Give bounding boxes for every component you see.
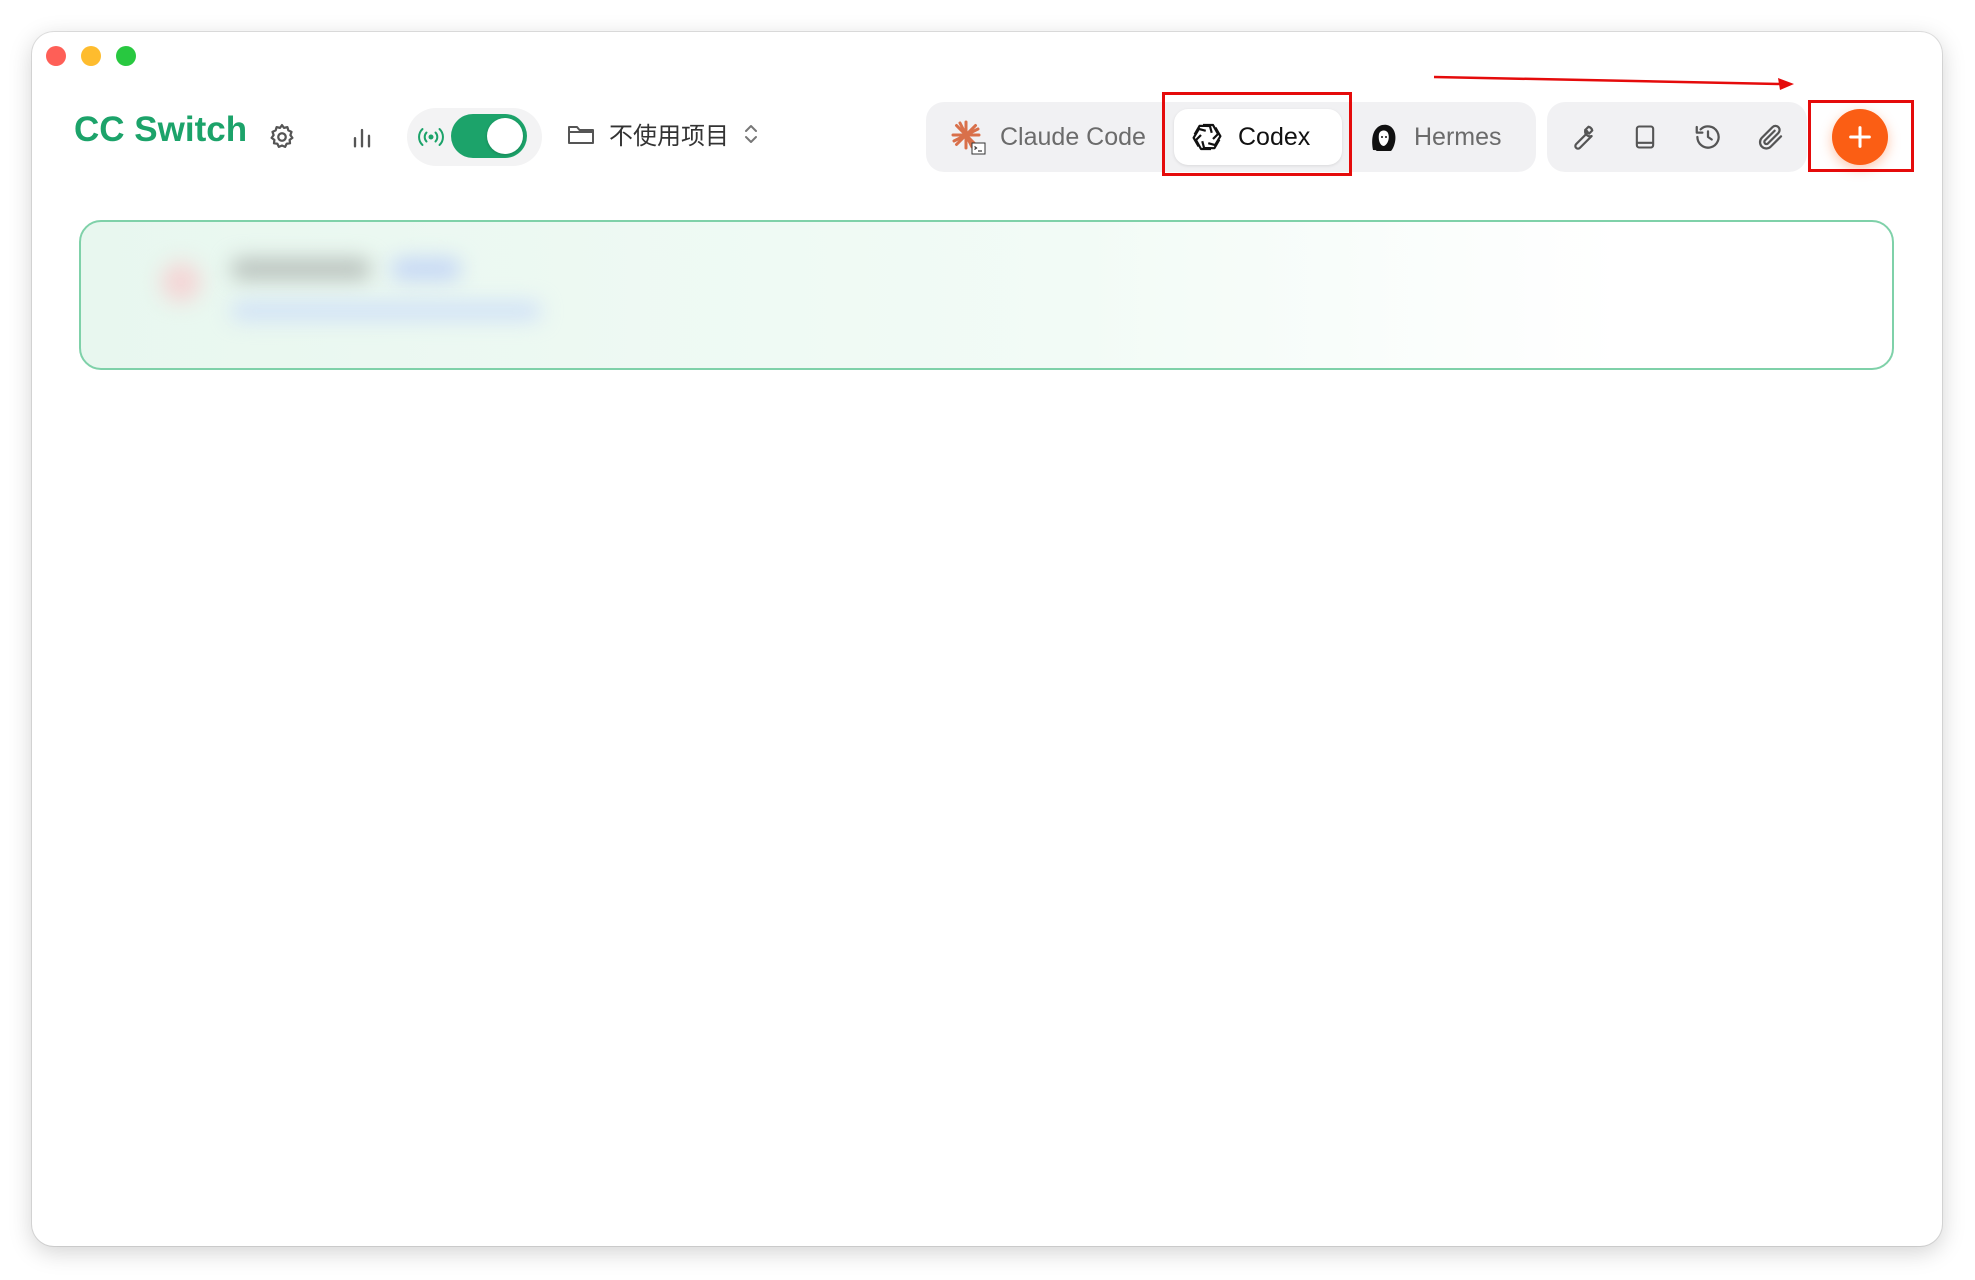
usage-stats-button[interactable] bbox=[345, 120, 379, 154]
highlight-box-add bbox=[1808, 100, 1914, 172]
highlight-box-codex bbox=[1162, 92, 1352, 176]
provider-url bbox=[231, 302, 541, 320]
paperclip-icon bbox=[1758, 124, 1783, 150]
project-selector-label: 不使用项目 bbox=[609, 123, 729, 150]
docs-button[interactable] bbox=[1629, 121, 1661, 153]
history-icon bbox=[1695, 125, 1720, 149]
minimize-window-button[interactable] bbox=[81, 46, 101, 66]
app-title: CC Switch bbox=[74, 110, 248, 149]
claude-code-icon bbox=[951, 120, 986, 155]
provider-avatar bbox=[161, 262, 201, 302]
window-controls bbox=[46, 46, 136, 66]
tab-hermes[interactable]: Hermes bbox=[1350, 109, 1530, 165]
bar-chart-icon bbox=[353, 128, 371, 148]
settings-button[interactable] bbox=[265, 120, 299, 154]
app-window: CC Switch 不使用项目 Claude Code Codex Hermes bbox=[32, 32, 1942, 1246]
wrench-icon bbox=[1574, 125, 1594, 150]
attachments-button[interactable] bbox=[1755, 121, 1787, 153]
tab-label: Claude Code bbox=[1000, 122, 1146, 151]
maximize-window-button[interactable] bbox=[116, 46, 136, 66]
provider-badge bbox=[391, 258, 461, 280]
book-icon bbox=[1635, 125, 1655, 149]
toggle-knob bbox=[487, 118, 523, 154]
close-window-button[interactable] bbox=[46, 46, 66, 66]
provider-name bbox=[231, 258, 371, 280]
tab-label: Hermes bbox=[1414, 122, 1502, 151]
project-selector[interactable]: 不使用项目 bbox=[567, 116, 759, 151]
broadcast-icon bbox=[418, 128, 444, 146]
tab-claude-code[interactable]: Claude Code bbox=[934, 109, 1166, 165]
tools-button[interactable] bbox=[1566, 121, 1598, 153]
folder-icon bbox=[568, 125, 594, 144]
chevron-up-down-icon bbox=[745, 124, 757, 143]
toolbar bbox=[1547, 102, 1807, 172]
hermes-icon bbox=[1372, 124, 1396, 151]
history-button[interactable] bbox=[1692, 121, 1724, 153]
gear-icon bbox=[270, 124, 294, 148]
proxy-toggle-switch[interactable] bbox=[451, 114, 527, 158]
proxy-toggle-group bbox=[407, 108, 542, 166]
provider-card[interactable] bbox=[79, 220, 1894, 370]
annotation-arrow bbox=[1433, 75, 1794, 90]
